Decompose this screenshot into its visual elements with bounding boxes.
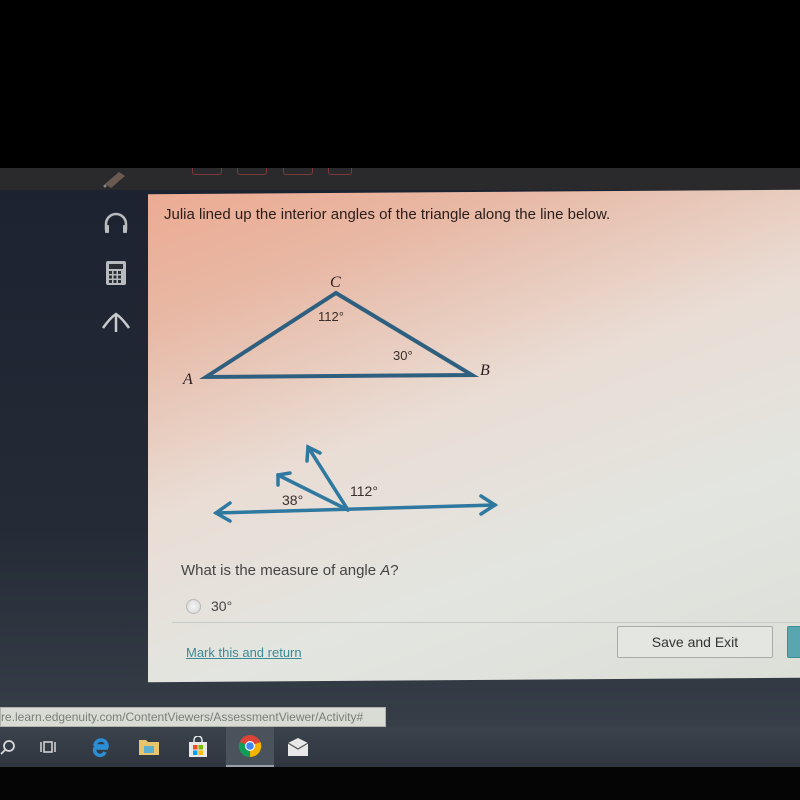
browser-status-url: re.learn.edgenuity.com/ContentViewers/As… bbox=[0, 707, 386, 727]
vertex-a-label: A bbox=[182, 371, 193, 388]
calculator-icon[interactable] bbox=[98, 255, 134, 291]
prompt-suffix: ? bbox=[390, 562, 399, 579]
vertex-c-label: C bbox=[330, 274, 341, 291]
angle-c-label: 112° bbox=[318, 309, 344, 324]
angle-38-label: 38° bbox=[282, 492, 303, 508]
store-icon[interactable] bbox=[176, 727, 220, 767]
next-button[interactable] bbox=[787, 626, 800, 658]
base-line bbox=[214, 503, 497, 515]
prompt: What is the measure of angle A? bbox=[181, 562, 399, 579]
triangle bbox=[199, 290, 480, 380]
search-icon[interactable] bbox=[0, 727, 30, 767]
pencil-icon[interactable] bbox=[98, 160, 134, 196]
file-explorer-icon[interactable] bbox=[127, 727, 171, 767]
task-view-icon[interactable] bbox=[27, 727, 71, 767]
chrome-icon[interactable] bbox=[226, 727, 274, 767]
question-text: Julia lined up the interior angles of th… bbox=[164, 206, 611, 223]
option-label: 30° bbox=[211, 598, 233, 614]
toolbar-tab[interactable] bbox=[237, 168, 267, 175]
toolbar-tab[interactable] bbox=[283, 168, 313, 175]
vertex-b-label: B bbox=[480, 362, 490, 379]
reference-icon[interactable] bbox=[98, 303, 134, 339]
taskbar bbox=[0, 727, 800, 767]
prompt-variable: A bbox=[380, 562, 391, 579]
radio-button[interactable] bbox=[186, 598, 201, 614]
headphones-icon[interactable] bbox=[98, 205, 134, 241]
mail-icon[interactable] bbox=[276, 727, 320, 767]
save-and-exit-button[interactable]: Save and Exit bbox=[617, 626, 773, 658]
prompt-prefix: What is the measure of angle bbox=[181, 562, 381, 579]
angle-112-label: 112° bbox=[350, 483, 378, 499]
mark-and-return-link[interactable]: Mark this and return bbox=[186, 645, 302, 660]
diagrams: C A B 112° 30° 38° 112° bbox=[182, 274, 499, 523]
answer-option[interactable]: 30° bbox=[186, 598, 232, 614]
toolbar-tab[interactable] bbox=[328, 168, 352, 175]
monitor-bezel bbox=[0, 767, 800, 800]
edge-icon[interactable] bbox=[78, 727, 122, 767]
angle-b-label: 30° bbox=[393, 348, 413, 363]
toolbar-tab[interactable] bbox=[192, 168, 222, 175]
footer-divider bbox=[172, 622, 800, 623]
